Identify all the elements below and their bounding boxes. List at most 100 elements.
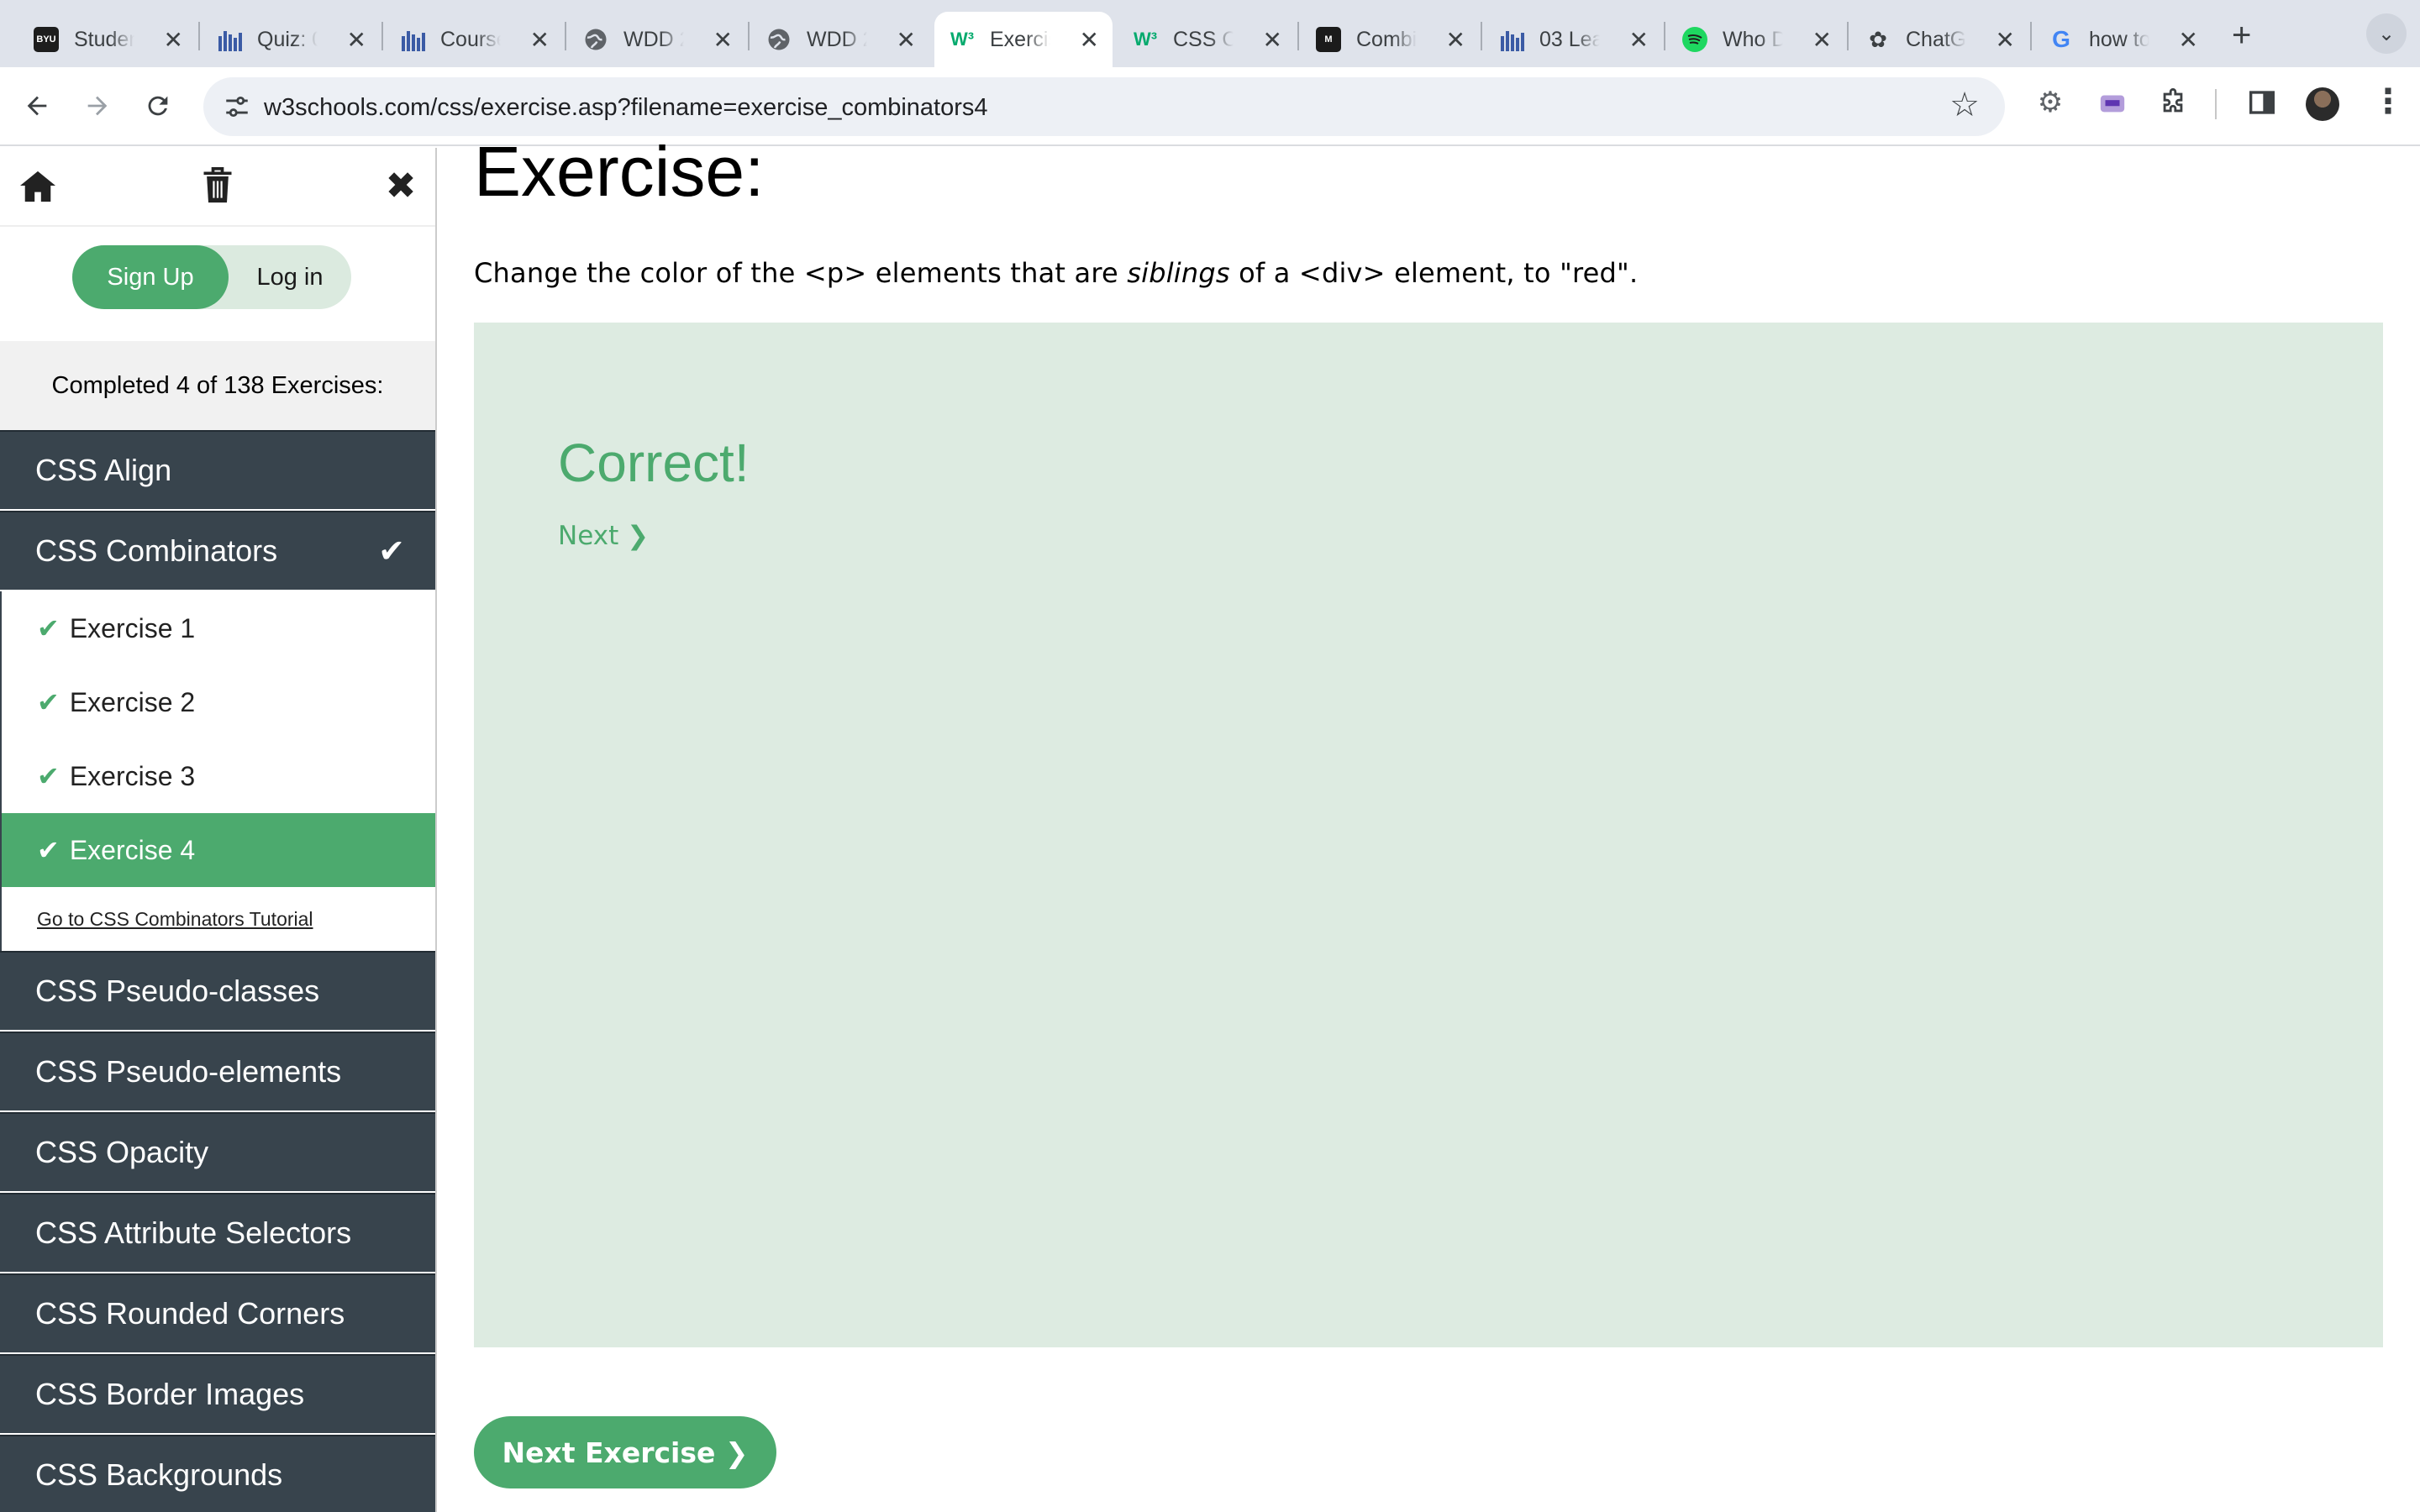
close-tab-icon[interactable]: ✕	[530, 26, 550, 54]
close-tab-icon[interactable]: ✕	[1996, 26, 2015, 54]
close-tab-icon[interactable]: ✕	[713, 26, 733, 54]
sign-up-button[interactable]: Sign Up	[72, 245, 229, 309]
site-settings-icon[interactable]	[222, 92, 252, 121]
tab-separator	[565, 22, 566, 50]
url-text: w3schools.com/css/exercise.asp?filename=…	[264, 94, 988, 121]
category-label: CSS Opacity	[35, 1135, 209, 1169]
tab-title: how to	[2089, 27, 2149, 51]
sidebar-category[interactable]: CSS Opacity	[0, 1112, 435, 1191]
exercise-main: Exercise: Change the color of the <p> el…	[437, 132, 2420, 1512]
canvas-icon	[400, 27, 425, 52]
toolbar-divider	[2215, 89, 2217, 119]
trash-icon[interactable]	[197, 165, 239, 207]
mdn-icon: M	[1316, 27, 1341, 52]
category-label: CSS Attribute Selectors	[35, 1215, 352, 1250]
exercise-item[interactable]: ✔ Exercise 2	[0, 665, 435, 739]
close-tab-icon[interactable]: ✕	[1446, 26, 1465, 54]
category-label: CSS Pseudo-classes	[35, 974, 320, 1008]
category-label: CSS Border Images	[35, 1377, 305, 1411]
close-tab-icon[interactable]: ✕	[897, 26, 916, 54]
sidebar-category[interactable]: CSS Combinators ✔	[0, 511, 435, 590]
close-tab-icon[interactable]: ✕	[164, 26, 183, 54]
close-tab-icon[interactable]: ✕	[1812, 26, 1832, 54]
category-label: CSS Pseudo-elements	[35, 1054, 342, 1089]
exercise-label: Exercise 2	[69, 686, 196, 717]
log-in-button[interactable]: Log in	[229, 245, 351, 309]
browser-tab[interactable]: Quiz: 0 ✕	[202, 12, 380, 67]
extension-robot-icon[interactable]	[2096, 86, 2129, 119]
tab-title: Exercis	[990, 27, 1050, 51]
page-title: Exercise:	[474, 132, 765, 211]
exercise-sidebar: ✖ Sign Up Log in Completed 4 of 138 Exer…	[0, 148, 437, 1512]
sidebar-category[interactable]: CSS Attribute Selectors	[0, 1193, 435, 1272]
browser-tab[interactable]: 03 Lea ✕	[1484, 12, 1662, 67]
instruction-text-post: of a <div> element, to "red".	[1229, 257, 1639, 289]
tab-search-icon[interactable]: ⌄	[2366, 13, 2407, 54]
reload-icon[interactable]	[138, 86, 178, 126]
close-tab-icon[interactable]: ✕	[347, 26, 366, 54]
bookmark-star-icon[interactable]: ☆	[1949, 86, 1980, 124]
tutorial-link[interactable]: Go to CSS Combinators Tutorial	[0, 887, 435, 951]
google-icon: G	[2052, 26, 2070, 52]
check-icon: ✔	[37, 613, 60, 643]
sidebar-category[interactable]: CSS Border Images	[0, 1354, 435, 1433]
check-icon: ✔	[37, 687, 60, 717]
close-tab-icon[interactable]: ✕	[2179, 26, 2198, 54]
category-label: CSS Align	[35, 453, 172, 487]
side-panel-icon[interactable]	[2245, 86, 2279, 119]
close-tab-icon[interactable]: ✕	[1629, 26, 1649, 54]
browser-menu-icon[interactable]: ⋮	[2371, 82, 2405, 121]
address-bar[interactable]: w3schools.com/css/exercise.asp?filename=…	[203, 77, 2005, 136]
next-link[interactable]: Next ❯	[558, 521, 649, 551]
next-exercise-button[interactable]: Next Exercise ❯	[474, 1416, 776, 1488]
tab-title: Studen	[74, 27, 134, 51]
tab-title: WDD 2	[807, 27, 867, 51]
close-sidebar-icon[interactable]: ✖	[380, 165, 422, 207]
extensions-puzzle-icon[interactable]	[2156, 86, 2190, 119]
browser-tab[interactable]: Who D ✕	[1667, 12, 1845, 67]
tab-separator	[1664, 22, 1665, 50]
browser-tab[interactable]: BYU Studen ✕	[18, 12, 197, 67]
tab-strip: BYU Studen ✕ Quiz: 0 ✕ Course ✕ WDD 2 ✕ WDD 2 ✕ W³ E…	[0, 0, 2420, 67]
check-icon: ✔	[37, 761, 60, 791]
close-tab-icon[interactable]: ✕	[1263, 26, 1282, 54]
globe-icon	[766, 27, 792, 52]
home-icon[interactable]	[17, 165, 59, 207]
sidebar-toolbar: ✖	[0, 148, 435, 225]
browser-tab[interactable]: WDD 2 ✕	[568, 12, 746, 67]
sidebar-category[interactable]: CSS Pseudo-classes	[0, 951, 435, 1030]
tab-separator	[748, 22, 750, 50]
sidebar-category[interactable]: CSS Backgrounds	[0, 1435, 435, 1512]
sidebar-category[interactable]: CSS Pseudo-elements	[0, 1032, 435, 1110]
browser-tab[interactable]: ✿ ChatGI ✕	[1850, 12, 2028, 67]
instruction-emphasis: siblings	[1127, 257, 1230, 289]
close-tab-icon[interactable]: ✕	[1080, 26, 1099, 54]
tab-title: WDD 2	[623, 27, 684, 51]
browser-tab[interactable]: W³ CSS Co ✕	[1118, 12, 1296, 67]
tab-title: Course	[440, 27, 501, 51]
category-label: CSS Rounded Corners	[35, 1296, 345, 1331]
tab-separator	[1847, 22, 1849, 50]
browser-tab[interactable]: Ghow to ✕	[2033, 12, 2212, 67]
browser-tab[interactable]: W³ Exercis ✕	[934, 12, 1113, 67]
browser-tab[interactable]: Course ✕	[385, 12, 563, 67]
completion-progress: Completed 4 of 138 Exercises:	[0, 341, 435, 430]
forward-icon[interactable]	[77, 86, 118, 126]
back-icon[interactable]	[17, 86, 57, 126]
browser-tab[interactable]: WDD 2 ✕	[751, 12, 929, 67]
extension-gear-icon[interactable]: ⚙	[2033, 86, 2067, 119]
exercise-item[interactable]: ✔ Exercise 4	[0, 813, 435, 887]
browser-tab[interactable]: M Combi ✕	[1301, 12, 1479, 67]
result-panel: Correct! Next ❯	[474, 323, 2383, 1347]
exercise-item[interactable]: ✔ Exercise 3	[0, 739, 435, 813]
exercise-item[interactable]: ✔ Exercise 1	[0, 591, 435, 665]
new-tab-button[interactable]: +	[2232, 17, 2251, 55]
profile-avatar[interactable]	[2306, 87, 2339, 121]
w3schools-icon: W³	[1133, 29, 1158, 50]
exercise-label: Exercise 1	[69, 612, 196, 643]
sidebar-category[interactable]: CSS Align	[0, 430, 435, 509]
tab-title: Who D	[1723, 27, 1783, 51]
auth-buttons: Sign Up Log in	[0, 225, 435, 333]
tab-title: ChatGI	[1906, 27, 1966, 51]
sidebar-category[interactable]: CSS Rounded Corners	[0, 1273, 435, 1352]
